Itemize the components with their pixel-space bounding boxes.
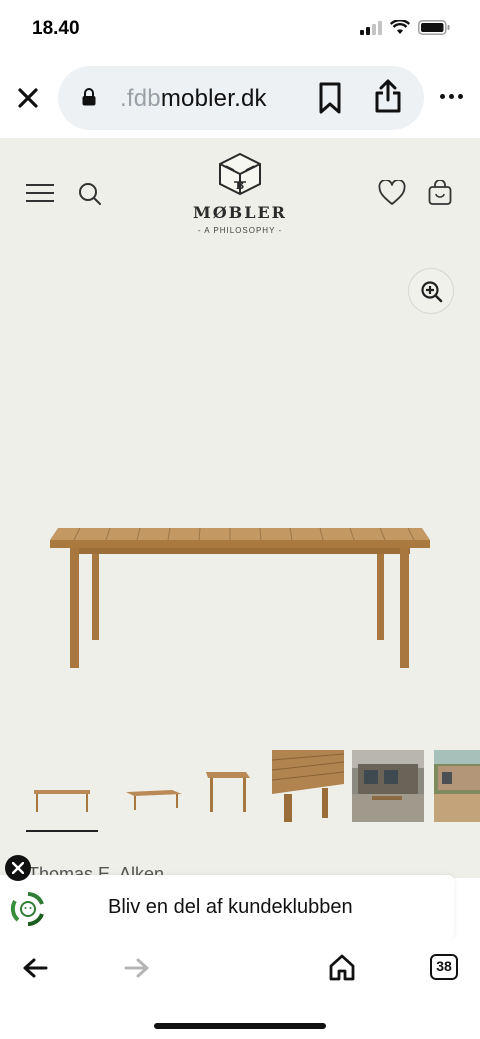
- thumbnail-1[interactable]: [26, 750, 98, 822]
- tabs-button[interactable]: 38: [430, 954, 458, 980]
- close-icon: [12, 862, 24, 874]
- thumbnail-2[interactable]: [116, 750, 188, 822]
- status-time: 18.40: [32, 18, 80, 39]
- browser-toolbar: 38: [0, 939, 480, 1039]
- forward-arrow-icon[interactable]: [124, 957, 150, 979]
- lock-icon: [82, 88, 96, 106]
- thumbnail-3[interactable]: [196, 750, 268, 822]
- signal-icon: [360, 20, 382, 35]
- wishlist-heart-icon[interactable]: [378, 180, 406, 206]
- club-recycle-icon: [10, 892, 44, 926]
- club-banner[interactable]: Bliv en del af kundeklubben: [0, 875, 454, 939]
- url-domain-main: mobler.dk: [160, 85, 267, 112]
- logo-emblem-icon: B: [219, 152, 261, 196]
- close-icon[interactable]: [16, 86, 40, 110]
- thumbnail-6[interactable]: [434, 750, 480, 822]
- club-banner-text: Bliv en del af kundeklubben: [108, 896, 353, 918]
- status-icons: [360, 20, 450, 35]
- share-icon[interactable]: [374, 78, 402, 114]
- thumbnail-4[interactable]: [272, 750, 344, 822]
- zoom-in-icon: [421, 281, 443, 303]
- svg-text:B: B: [236, 181, 244, 192]
- wifi-icon: [390, 20, 410, 34]
- thumbnail-active-indicator: [26, 830, 98, 832]
- menu-icon[interactable]: [26, 184, 54, 204]
- back-arrow-icon[interactable]: [22, 957, 48, 979]
- product-image-table[interactable]: [40, 518, 440, 678]
- url-bar[interactable]: .fdbmobler.dk: [58, 66, 424, 130]
- thumbnail-5[interactable]: [352, 750, 424, 822]
- browser-bar: .fdbmobler.dk: [0, 58, 480, 138]
- thumbnail-strip: [0, 750, 480, 840]
- battery-icon: [418, 20, 450, 35]
- search-icon[interactable]: [78, 182, 102, 206]
- bookmark-icon[interactable]: [318, 82, 342, 114]
- home-icon[interactable]: [328, 953, 356, 981]
- home-indicator: [154, 1023, 326, 1029]
- site-logo[interactable]: B MØBLER - A PHILOSOPHY -: [190, 152, 290, 235]
- status-bar: 18.40: [0, 0, 480, 58]
- url-domain-dim: .fdb: [120, 85, 161, 112]
- more-menu-icon[interactable]: [440, 94, 463, 99]
- zoom-button[interactable]: [408, 268, 454, 314]
- banner-close-button[interactable]: [5, 855, 31, 881]
- logo-name: MØBLER: [193, 203, 287, 222]
- logo-tagline: - A PHILOSOPHY -: [197, 226, 283, 235]
- url-text: .fdbmobler.dk: [120, 85, 267, 113]
- shopping-bag-icon[interactable]: [428, 180, 452, 206]
- website-content: B MØBLER - A PHILOSOPHY - Thomas E. Alke…: [0, 138, 480, 884]
